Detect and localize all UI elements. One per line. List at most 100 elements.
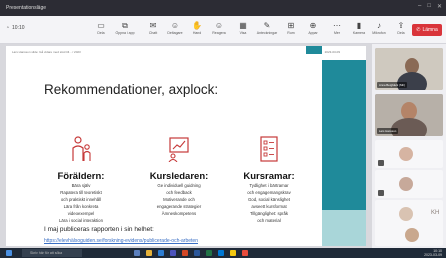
toolbar-button-label: Kamera — [352, 31, 366, 35]
meeting-timer: ◔ 10:10 — [6, 25, 25, 31]
excel-icon[interactable] — [206, 250, 212, 256]
toolbar-button-label: Mer — [333, 31, 341, 35]
participant-video-tile[interactable]: Lars Hansson — [375, 94, 443, 136]
toolbar-button-notes[interactable]: ✎ Anteckningar — [254, 20, 280, 42]
presentation-stage: Lars Hansson slide: Gå vidare med stöd t… — [0, 44, 372, 248]
toolbar-button-label: Deltagare — [167, 31, 183, 35]
open-app-icon: ⧉ — [122, 21, 128, 30]
checklist-icon — [260, 136, 278, 162]
column-heading: Kursledaren: — [149, 171, 209, 182]
column-line: och material — [257, 218, 281, 223]
column-line: och engagemangskrav — [247, 190, 291, 195]
participant-video-tile[interactable]: Anna Bergbäck (Sth) — [375, 48, 443, 90]
column-parent: Föräldern: Bära själv Rapatera till teor… — [36, 136, 126, 224]
window-titlebar: Presentationsläge – □ ✕ — [0, 0, 446, 16]
column-line: Lära från konkreta — [63, 204, 99, 209]
toolbar-button-label: Mikrofon — [372, 31, 386, 35]
windows-start-icon[interactable] — [6, 250, 12, 256]
report-link[interactable]: https://elevhälsoguiden.se/forskning-evi… — [44, 238, 198, 244]
column-line: Tydlighet i bärtramar — [249, 183, 289, 188]
column-line: Rapatera till teoretiskt — [60, 190, 102, 195]
column-line: God, social känslighet — [247, 197, 291, 202]
folder-icon[interactable] — [146, 250, 152, 256]
leave-label: Lämna — [422, 27, 438, 33]
column-heading: Kursramar: — [243, 171, 295, 182]
toolbar-button-label: Appar — [308, 31, 318, 35]
participant-name: Lars Hansson — [377, 128, 399, 134]
powerpoint-icon[interactable] — [182, 250, 188, 256]
avatar — [405, 228, 419, 242]
toolbar-button-share-screen[interactable]: ⇪ Dela — [388, 20, 414, 42]
app-icon[interactable] — [242, 250, 248, 256]
slide-teal-bar-light — [322, 210, 366, 246]
column-line: engagerande strategier — [156, 204, 202, 209]
mic-off-icon — [378, 160, 384, 166]
report-note: I maj publiceras rapporten i sin helhet: — [44, 226, 154, 233]
toolbar-button-open-app[interactable]: ⧉ Öppna i app — [112, 20, 138, 42]
toolbar-button-label: Visa — [239, 31, 247, 35]
toolbar-button-label: Anteckningar — [256, 31, 278, 35]
slide-title: Rekommendationer, axplock: — [44, 82, 219, 97]
toolbar-button-label: Dela — [397, 31, 405, 35]
minimize-icon[interactable]: – — [418, 3, 421, 10]
participant-initials: KH — [431, 210, 440, 216]
parent-child-icon — [72, 136, 91, 161]
outlook-icon[interactable] — [218, 250, 224, 256]
meeting-time: 10:10 — [12, 25, 25, 31]
teams-icon[interactable] — [170, 250, 176, 256]
slide-corner-accent — [306, 46, 322, 54]
mic-off-icon — [378, 190, 384, 196]
column-line: Motiverande och — [163, 197, 195, 202]
window-controls: – □ ✕ — [418, 3, 442, 10]
column-line: Bära själv — [71, 183, 91, 188]
edge-icon[interactable] — [158, 250, 164, 256]
meeting-toolbar: ◔ 10:10 ▭ Dela ⧉ Öppna i app ✉ Chatt ☺ Deltagar… — [0, 16, 446, 44]
toolbar-button-label: Reagera — [212, 31, 226, 35]
participant-tile[interactable] — [375, 170, 443, 198]
notes-icon: ✎ — [263, 21, 271, 30]
presentation-board-icon — [168, 137, 189, 163]
avatar — [399, 177, 413, 191]
column-line: Lära i social interaktion — [59, 218, 103, 223]
phone-icon: ✆ — [416, 27, 421, 33]
column-line: videoexempel — [67, 211, 95, 216]
system-tray-clock[interactable]: 10:10 2023-03-09 — [424, 249, 442, 257]
share-screen-icon: ⇪ — [397, 21, 405, 30]
avatar — [399, 207, 413, 221]
close-icon[interactable]: ✕ — [437, 3, 442, 10]
slide-header-left: Lars Hansson slide: Gå vidare med stöd t… — [12, 50, 81, 54]
taskbar-search[interactable]: Skriv här för att söka — [22, 249, 82, 257]
task-view-icon[interactable] — [134, 250, 140, 256]
word-icon[interactable] — [194, 250, 200, 256]
toolbar-button-share[interactable]: ▭ Dela — [88, 20, 114, 42]
leave-button[interactable]: ✆ Lämna — [412, 24, 442, 36]
shield-icon: ◔ — [6, 25, 10, 31]
column-line: Tillgänglighet: språk — [249, 211, 289, 216]
clock-date: 2023-03-09 — [424, 253, 442, 257]
column-course-frames: Kursramar: Tydlighet i bärtramar och eng… — [224, 136, 314, 224]
slide: Lars Hansson slide: Gå vidare med stöd t… — [6, 46, 366, 246]
apps-icon: ⊕ — [309, 21, 317, 30]
window-title: Presentationsläge — [6, 5, 47, 11]
column-line: Ämneskompetens — [161, 211, 197, 216]
participant-tile[interactable] — [375, 140, 443, 168]
column-line: och feedback — [166, 190, 192, 195]
toolbar-button-apps[interactable]: ⊕ Appar — [300, 20, 326, 42]
maximize-icon[interactable]: □ — [427, 3, 431, 10]
participant-tile[interactable] — [375, 224, 443, 246]
toolbar-button-react[interactable]: ☺ Reagera — [206, 20, 232, 42]
column-line: avseett kursformat — [251, 204, 287, 209]
column-course-leader: Kursledaren: Ge individuell guidning och… — [134, 136, 224, 217]
participant-sidebar: Anna Bergbäck (Sth) Lars Hansson KH — [372, 44, 446, 248]
column-heading: Föräldern: — [57, 171, 105, 182]
toolbar-button-label: Dela — [97, 31, 105, 35]
slide-teal-bar — [322, 60, 366, 210]
app-icon[interactable] — [230, 250, 236, 256]
column-line: och praktiskt innehåll — [60, 197, 102, 202]
taskbar: Skriv här för att söka 10:10 2023-03-09 — [0, 248, 446, 258]
toolbar-button-view[interactable]: ▦ Visa — [230, 20, 256, 42]
participant-name: Anna Bergbäck (Sth) — [377, 82, 407, 88]
toolbar-button-label: Chatt — [148, 31, 158, 35]
view-icon: ▦ — [239, 21, 247, 30]
toolbar-button-label: Rum — [287, 31, 295, 35]
